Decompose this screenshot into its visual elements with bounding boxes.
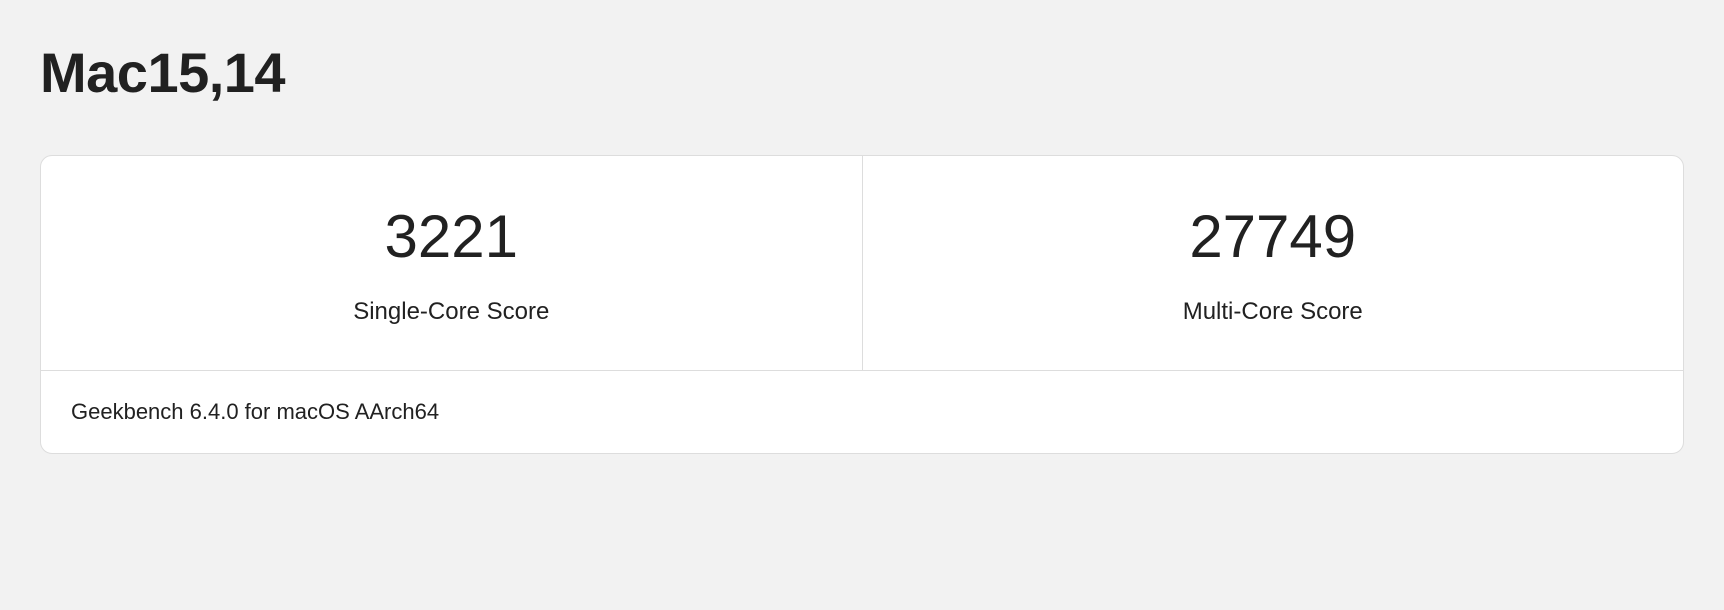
scores-row: 3221 Single-Core Score 27749 Multi-Core …	[41, 156, 1683, 370]
single-core-score-cell: 3221 Single-Core Score	[41, 156, 863, 370]
multi-core-score-label: Multi-Core Score	[883, 298, 1664, 326]
single-core-score-label: Single-Core Score	[61, 298, 842, 326]
score-card: 3221 Single-Core Score 27749 Multi-Core …	[40, 155, 1684, 454]
page-title: Mac15,14	[40, 40, 1684, 105]
version-info: Geekbench 6.4.0 for macOS AArch64	[41, 370, 1683, 453]
multi-core-score-cell: 27749 Multi-Core Score	[863, 156, 1684, 370]
multi-core-score-value: 27749	[883, 204, 1664, 270]
single-core-score-value: 3221	[61, 204, 842, 270]
